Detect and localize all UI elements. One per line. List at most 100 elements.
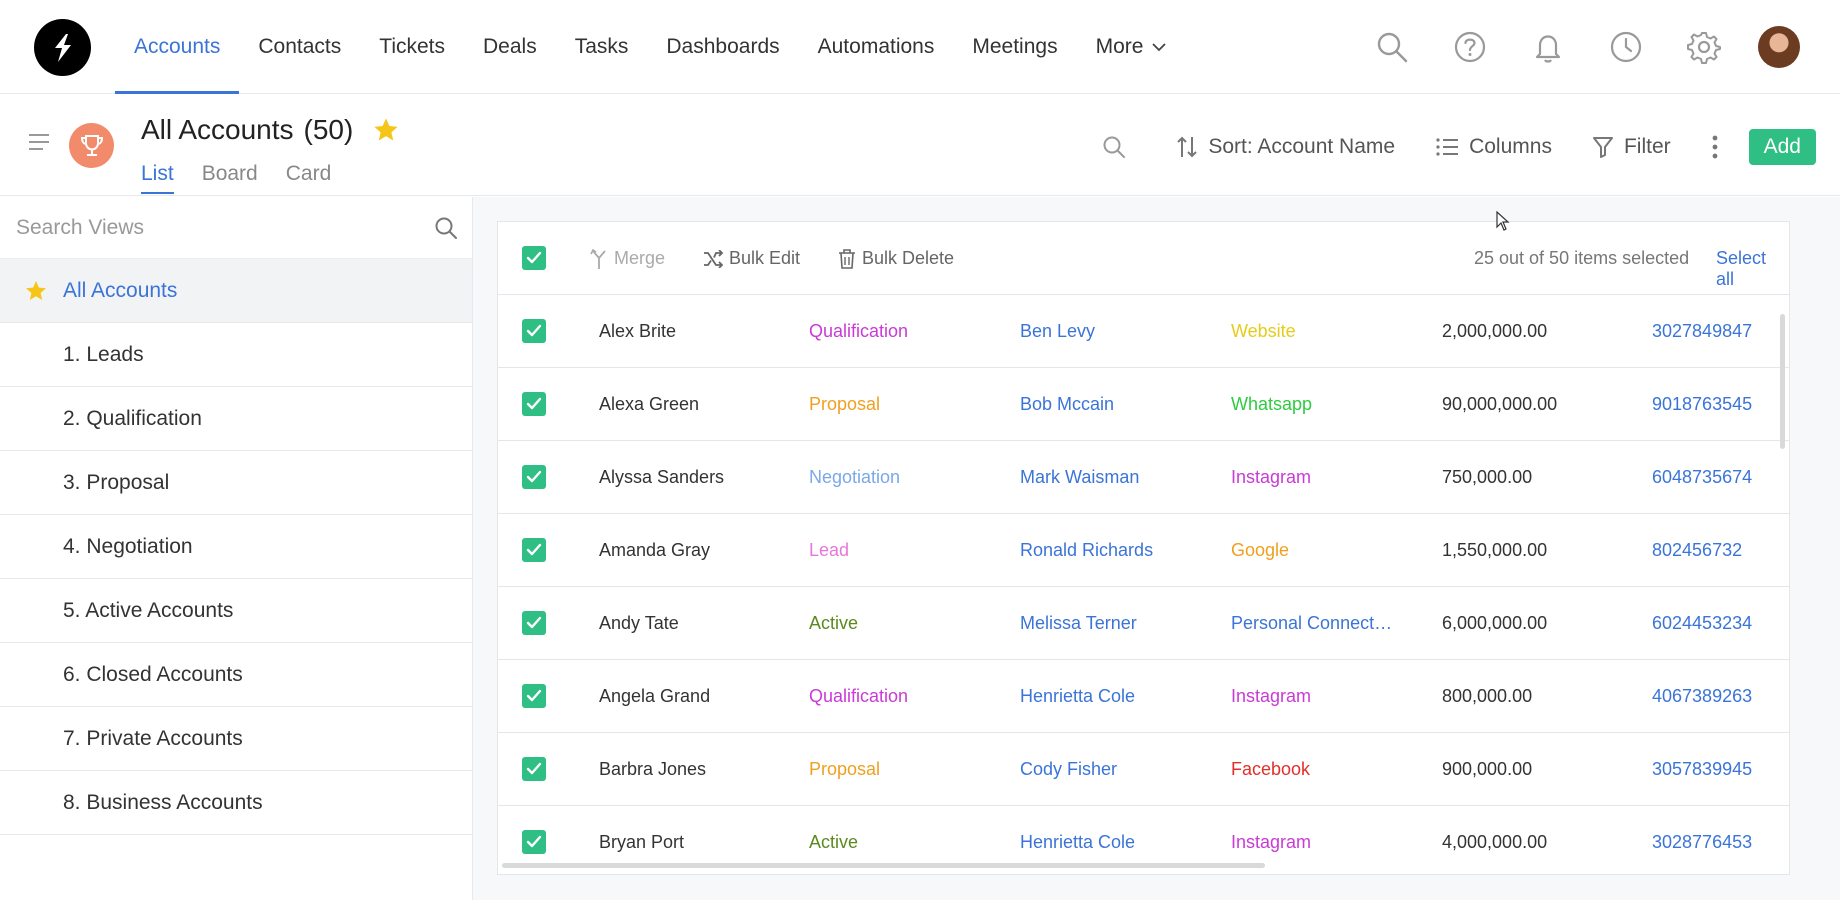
sidebar-view-item[interactable]: All Accounts [0,259,472,323]
more-options-icon[interactable] [1711,134,1719,160]
owner-link[interactable]: Cody Fisher [1020,759,1210,780]
hamburger-menu-icon[interactable] [28,133,50,156]
table-row[interactable]: Alyssa Sanders Negotiation Mark Waisman Ins… [498,441,1789,514]
horizontal-scrollbar[interactable] [502,863,1265,868]
select-all-link[interactable]: Select all [1716,248,1789,290]
columns-button[interactable]: Columns [1435,135,1552,159]
table-row[interactable]: Alex Brite Qualification Ben Levy Website 2,… [498,295,1789,368]
tab-card[interactable]: Card [286,162,332,194]
row-checkbox[interactable] [522,538,546,562]
owner-link[interactable]: Ben Levy [1020,321,1210,342]
owner-link[interactable]: Ronald Richards [1020,540,1210,561]
nav-tab-accounts[interactable]: Accounts [115,0,240,94]
filter-label: Filter [1623,135,1671,158]
nav-tab-tasks[interactable]: Tasks [556,0,648,94]
owner-link[interactable]: Henrietta Cole [1020,686,1210,707]
row-checkbox[interactable] [522,392,546,416]
sidebar-view-item[interactable]: 1. Leads [0,323,472,387]
nav-tab-contacts[interactable]: Contacts [239,0,360,94]
table-row[interactable]: Andy Tate Active Melissa Terner Personal Co… [498,587,1789,660]
gear-icon[interactable] [1680,23,1728,71]
row-checkbox[interactable] [522,684,546,708]
source-cell: Facebook [1231,759,1311,779]
checkmark-icon [526,251,542,264]
owner-link[interactable]: Henrietta Cole [1020,832,1210,853]
toolbar-search-button[interactable] [1102,135,1136,159]
sidebar-view-label: 5. Active Accounts [63,598,234,622]
trash-icon [838,248,856,269]
phone-link[interactable]: 3057839945 [1652,759,1789,780]
sort-button[interactable]: Sort: Account Name [1176,135,1395,159]
sidebar-view-item[interactable]: 3. Proposal [0,451,472,515]
row-checkbox[interactable] [522,830,546,854]
merge-icon [590,248,608,269]
row-checkbox[interactable] [522,611,546,635]
nav-tabs: Accounts Contacts Tickets Deals Tasks Dashboa… [115,0,1186,94]
search-icon [1102,135,1126,159]
bulk-delete-button[interactable]: Bulk Delete [838,248,954,269]
nav-tab-meetings[interactable]: Meetings [953,0,1076,94]
user-avatar[interactable] [1758,26,1800,68]
row-checkbox[interactable] [522,465,546,489]
page-title: All Accounts (50) [141,114,353,146]
nav-tab-label: Tasks [574,35,629,58]
help-icon[interactable] [1446,23,1494,71]
sidebar-view-item[interactable]: 2. Qualification [0,387,472,451]
tab-list[interactable]: List [141,162,174,194]
account-name-cell: Amanda Gray [599,540,711,560]
table-row[interactable]: Angela Grand Qualification Henrietta Cole I… [498,660,1789,733]
sidebar-view-item[interactable]: 8. Business Accounts [0,771,472,835]
owner-link[interactable]: Melissa Terner [1020,613,1210,634]
app-logo[interactable] [34,19,91,76]
stage-cell: Proposal [809,394,881,414]
row-checkbox[interactable] [522,319,546,343]
bulk-edit-button[interactable]: Bulk Edit [703,248,800,269]
search-views-input[interactable] [16,211,416,245]
nav-more-menu[interactable]: More [1077,0,1187,94]
trophy-icon [69,123,114,168]
list-columns-icon [1435,136,1459,158]
tab-board[interactable]: Board [202,162,258,194]
stage-cell: Qualification [809,686,909,706]
nav-tab-tickets[interactable]: Tickets [360,0,464,94]
phone-link[interactable]: 3027849847 [1652,321,1789,342]
sidebar-view-label: 2. Qualification [63,406,202,430]
filter-button[interactable]: Filter [1592,135,1671,159]
sidebar-view-item[interactable]: 4. Negotiation [0,515,472,579]
row-checkbox[interactable] [522,757,546,781]
bell-icon[interactable] [1524,23,1572,71]
nav-tab-automations[interactable]: Automations [799,0,954,94]
phone-link[interactable]: 9018763545 [1652,394,1789,415]
stage-cell: Proposal [809,759,881,779]
table-row[interactable]: Alexa Green Proposal Bob Mccain Whatsapp 90,… [498,368,1789,441]
table-row[interactable]: Barbra Jones Proposal Cody Fisher Facebook 9… [498,733,1789,806]
clock-icon[interactable] [1602,23,1650,71]
favorite-star-icon[interactable] [372,116,400,149]
owner-link[interactable]: Bob Mccain [1020,394,1210,415]
nav-tab-dashboards[interactable]: Dashboards [647,0,798,94]
phone-link[interactable]: 6024453234 [1652,613,1789,634]
stage-cell: Qualification [809,321,909,341]
nav-tab-deals[interactable]: Deals [464,0,556,94]
phone-link[interactable]: 3028776453 [1652,832,1789,853]
vertical-scrollbar[interactable] [1780,314,1785,449]
select-all-checkbox[interactable] [522,246,546,270]
source-cell: Google [1231,540,1290,560]
amount-cell: 6,000,000.00 [1442,613,1548,633]
bulk-actions-bar: Merge Bulk Edit Bulk Delete 25 out of 50… [498,222,1789,295]
sidebar-view-item[interactable]: 7. Private Accounts [0,707,472,771]
sidebar-view-item[interactable]: 5. Active Accounts [0,579,472,643]
merge-label: Merge [614,248,666,268]
source-cell: Website [1231,321,1296,341]
search-icon[interactable] [434,216,458,245]
phone-link[interactable]: 4067389263 [1652,686,1789,707]
search-icon[interactable] [1368,23,1416,71]
table-row[interactable]: Amanda Gray Lead Ronald Richards Google 1,55… [498,514,1789,587]
phone-link[interactable]: 6048735674 [1652,467,1789,488]
owner-link[interactable]: Mark Waisman [1020,467,1210,488]
account-name-cell: Alexa Green [599,394,700,414]
phone-link[interactable]: 802456732 [1652,540,1789,561]
sidebar-view-item[interactable]: 6. Closed Accounts [0,643,472,707]
merge-button[interactable]: Merge [590,248,665,269]
add-button[interactable]: Add [1748,129,1816,165]
